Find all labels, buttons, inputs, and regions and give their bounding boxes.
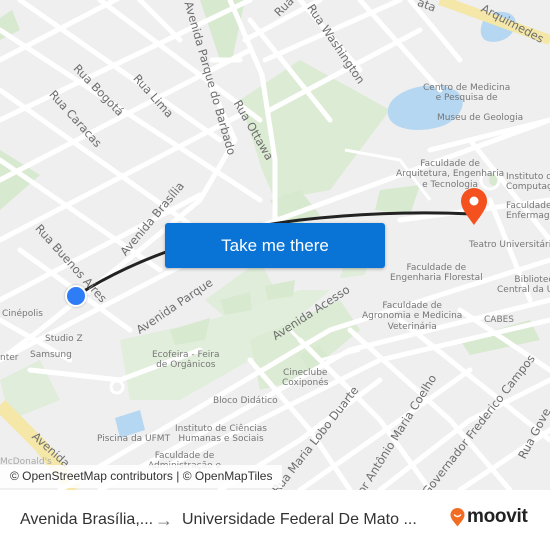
origin-marker[interactable] (65, 285, 87, 307)
destination-marker[interactable] (460, 188, 488, 226)
moovit-logo: moovit (450, 506, 528, 528)
poi-label: Studio Z (45, 334, 83, 344)
footer: Avenida Brasília,... → Universidade Fede… (0, 490, 550, 550)
map-attribution[interactable]: © OpenStreetMap contributors | © OpenMap… (0, 465, 283, 488)
take-me-there-button[interactable]: Take me there (165, 223, 385, 268)
origin-label: Avenida Brasília,... (20, 511, 154, 528)
poi-label: Teatro Universitário (469, 240, 550, 250)
poi-label: Faculdade de Arquitetura, Engenharia e T… (396, 159, 505, 190)
poi-label: Cineclube Coxiponés (282, 368, 329, 389)
poi-label: Bloco Didático (213, 396, 278, 406)
poi-label: Samsung (30, 350, 72, 360)
arrow-right-icon: → (155, 509, 173, 530)
destination-label: Universidade Federal De Mato ... (182, 511, 417, 528)
moovit-pin-icon (450, 507, 465, 526)
moovit-logo-text: moovit (467, 506, 528, 527)
poi-label: Cinépolis (2, 309, 43, 319)
poi-label: Instituto de Ciências Humanas e Sociais (175, 424, 267, 445)
poi-label: Centro de Medicina e Pesquisa de (423, 83, 511, 104)
poi-label: Ecofeira - Feira de Orgânicos (152, 350, 220, 371)
poi-label: Bibliotec Central da U (497, 275, 550, 296)
poi-label: Faculdade de Agronomia e Medicina Veteri… (362, 301, 463, 332)
poi-label: CABES (484, 315, 515, 325)
poi-label: Faculdade de Engenharia Florestal (390, 263, 483, 284)
poi-label: Museu de Geologia (437, 113, 524, 123)
poi-label: Instituto d Computaçã (506, 172, 550, 193)
poi-label: Faculdade d Enfermage (506, 201, 550, 222)
poi-label: Piscina da UFMT (97, 434, 171, 444)
map[interactable]: Rua Bogotá Rua Lima Rua Caracas Avenida … (0, 0, 550, 490)
poi-label: nter (0, 353, 19, 363)
